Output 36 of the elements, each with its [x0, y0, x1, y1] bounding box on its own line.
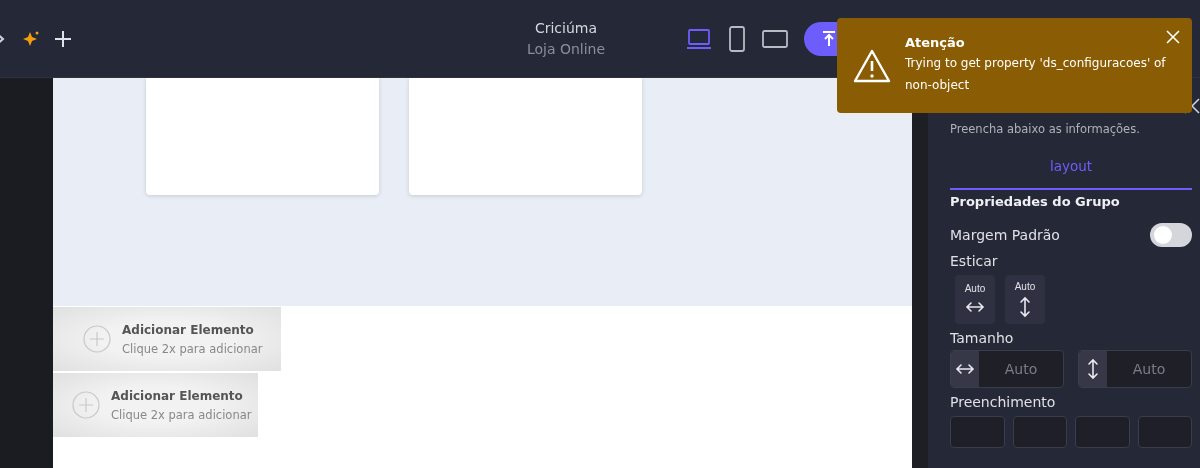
add-element-hint: Clique 2x para adicionar — [122, 341, 263, 356]
add-element-title: Adicionar Elemento — [111, 388, 244, 403]
toast-title: Atenção — [905, 35, 965, 50]
field-label: Esticar — [950, 253, 999, 269]
add-element-title: Adicionar Elemento — [122, 322, 255, 337]
tablet-icon[interactable] — [762, 28, 788, 49]
size-field[interactable]: Auto — [950, 350, 1064, 388]
stretch-button[interactable]: Auto — [1005, 275, 1045, 324]
field-label: Margem Padrão — [950, 227, 1060, 243]
add-icon[interactable] — [54, 29, 72, 48]
upload-icon — [822, 30, 836, 47]
field-label: Preenchimento — [950, 394, 1057, 410]
site-subtitle: Loja Online — [525, 41, 607, 57]
padding-field[interactable] — [1012, 416, 1067, 448]
stretch-button[interactable]: Auto — [955, 275, 995, 324]
field-label: Tamanho — [950, 330, 1015, 346]
add-element-hint: Clique 2x para adicionar — [111, 407, 252, 422]
padding-field[interactable] — [950, 416, 1005, 448]
plus-circle-icon — [82, 324, 112, 354]
size-input[interactable]: Auto — [1107, 351, 1191, 387]
padding-field[interactable] — [1075, 416, 1130, 448]
section-heading: Propriedades do Grupo — [950, 194, 1121, 209]
toast-message: Trying to get property 'ds_configuracoes' of non-object — [905, 55, 1167, 94]
size-field[interactable]: Auto — [1078, 350, 1192, 388]
sparkle-icon[interactable] — [22, 29, 40, 48]
padding-field[interactable] — [1137, 416, 1192, 448]
plus-circle-icon — [71, 390, 101, 420]
toggle-switch[interactable] — [1150, 223, 1192, 247]
panel-subtitle: Preencha abaixo as informações. — [950, 122, 1141, 136]
add-element-placeholder[interactable]: Adicionar Elemento Clique 2x para adicionar — [53, 373, 258, 437]
size-input[interactable]: Auto — [979, 351, 1063, 387]
warning-icon — [853, 48, 891, 83]
laptop-icon[interactable] — [686, 27, 712, 50]
site-title: Criciúma — [533, 20, 599, 36]
add-element-placeholder[interactable]: Adicionar Elemento Clique 2x para adicionar — [53, 307, 281, 371]
phone-icon[interactable] — [728, 25, 746, 52]
